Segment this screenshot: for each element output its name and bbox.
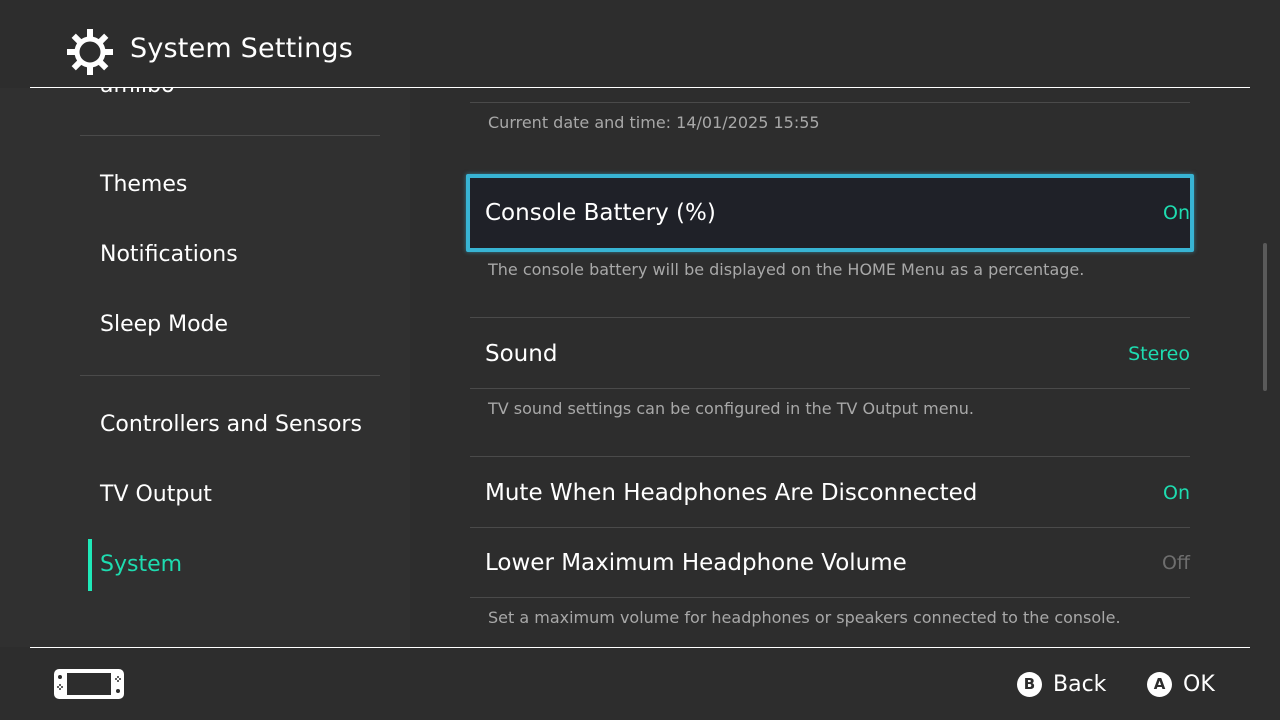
active-indicator <box>88 539 92 591</box>
setting-value: Off <box>1161 552 1190 574</box>
sidebar-item-amiibo[interactable]: amiibo <box>100 88 175 112</box>
sidebar: amiibo Themes Notifications Sleep Mode C… <box>0 88 410 647</box>
settings-panel: Current date and time: 14/01/2025 15:55 … <box>410 88 1280 647</box>
sidebar-item-notifications[interactable]: Notifications <box>100 229 238 281</box>
back-label: Back <box>1053 671 1107 697</box>
sidebar-item-sleep-mode[interactable]: Sleep Mode <box>100 299 228 351</box>
b-button-icon: B <box>1017 671 1042 697</box>
sidebar-item-controllers-and-sensors[interactable]: Controllers and Sensors <box>100 399 362 451</box>
gear-icon <box>67 29 113 75</box>
sidebar-divider <box>80 375 380 376</box>
row-divider <box>470 388 1190 389</box>
setting-console-battery[interactable]: Console Battery (%) On <box>466 174 1194 252</box>
setting-mute-when-headphones-disconnected[interactable]: Mute When Headphones Are Disconnected On <box>470 458 1190 528</box>
sidebar-item-system[interactable]: System <box>100 539 182 591</box>
footer-divider <box>30 647 1250 648</box>
setting-label: Console Battery (%) <box>485 200 716 226</box>
setting-value: On <box>1163 202 1190 224</box>
setting-sound[interactable]: Sound Stereo <box>470 319 1190 389</box>
header: System Settings <box>0 0 1280 88</box>
sidebar-divider <box>80 135 380 136</box>
a-button-icon: A <box>1147 671 1172 697</box>
row-divider <box>470 456 1190 457</box>
handheld-console-icon <box>54 669 124 699</box>
setting-label: Mute When Headphones Are Disconnected <box>485 480 978 506</box>
setting-label: Sound <box>485 341 558 367</box>
row-divider <box>470 102 1190 103</box>
back-button[interactable]: B Back <box>1017 668 1106 700</box>
page-title: System Settings <box>130 33 354 64</box>
setting-description: TV sound settings can be configured in t… <box>488 399 974 418</box>
setting-value: On <box>1163 482 1190 504</box>
row-divider <box>470 317 1190 318</box>
date-time-text: Current date and time: 14/01/2025 15:55 <box>488 113 820 132</box>
setting-description: Set a maximum volume for headphones or s… <box>488 608 1121 627</box>
setting-label: Lower Maximum Headphone Volume <box>485 550 907 576</box>
sidebar-item-themes[interactable]: Themes <box>100 159 187 211</box>
setting-lower-max-headphone-volume[interactable]: Lower Maximum Headphone Volume Off <box>470 528 1190 598</box>
scrollbar[interactable] <box>1263 243 1267 391</box>
ok-button[interactable]: A OK <box>1147 668 1215 700</box>
row-divider <box>470 597 1190 598</box>
setting-description: The console battery will be displayed on… <box>488 260 1085 279</box>
sidebar-item-tv-output[interactable]: TV Output <box>100 469 212 521</box>
ok-label: OK <box>1183 671 1215 697</box>
setting-value: Stereo <box>1128 343 1190 365</box>
